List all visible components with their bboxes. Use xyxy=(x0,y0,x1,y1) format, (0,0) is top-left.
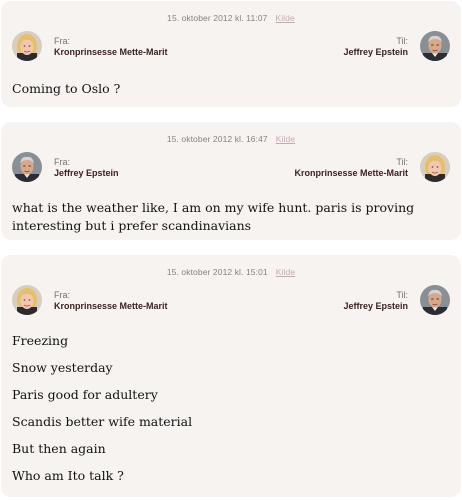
message-card: 15. oktober 2012 kl. 11:07 Kilde Fra: Kro… xyxy=(1,1,461,107)
message-card: 15. oktober 2012 kl. 15:01 Kilde Fra: Kro… xyxy=(1,255,461,497)
message-line: Freezing xyxy=(12,333,69,348)
message-date: 15. oktober 2012 kl. 16:47 xyxy=(166,134,268,144)
recipient-avatar xyxy=(420,31,450,61)
message-meta: 15. oktober 2012 kl. 11:07 Kilde xyxy=(1,13,461,23)
man-portrait-icon xyxy=(420,285,450,315)
sender-block: Fra: Kronprinsesse Mette-Marit xyxy=(54,36,168,58)
message-date: 15. oktober 2012 kl. 15:01 xyxy=(166,267,268,277)
message-line: Scandis better wife material xyxy=(12,414,193,429)
message-body: Freezing Snow yesterday Paris good for a… xyxy=(12,332,447,494)
message-body: what is the weather like, I am on my wif… xyxy=(12,200,415,233)
recipient-block: Til: Kronprinsesse Mette-Marit xyxy=(294,157,408,179)
recipient-name: Jeffrey Epstein xyxy=(343,301,408,311)
man-portrait-icon xyxy=(420,31,450,61)
to-label: Til: xyxy=(396,157,408,167)
message-card: 15. oktober 2012 kl. 16:47 Kilde Fra: Jef… xyxy=(1,122,461,240)
recipient-avatar xyxy=(420,152,450,182)
sender-avatar xyxy=(12,152,42,182)
message-meta: 15. oktober 2012 kl. 16:47 Kilde xyxy=(1,134,461,144)
from-label: Fra: xyxy=(54,36,71,46)
recipient-block: Til: Jeffrey Epstein xyxy=(343,36,408,58)
to-label: Til: xyxy=(396,36,408,46)
source-link[interactable]: Kilde xyxy=(275,13,294,23)
to-label: Til: xyxy=(396,290,408,300)
recipient-block: Til: Jeffrey Epstein xyxy=(343,290,408,312)
message-body: Coming to Oslo ? xyxy=(12,81,121,96)
source-link[interactable]: Kilde xyxy=(276,267,295,277)
message-line: Snow yesterday xyxy=(12,360,113,375)
source-link[interactable]: Kilde xyxy=(276,134,295,144)
sender-name: Kronprinsesse Mette-Marit xyxy=(54,301,168,311)
from-label: Fra: xyxy=(54,157,71,167)
recipient-avatar xyxy=(420,285,450,315)
sender-name: Kronprinsesse Mette-Marit xyxy=(54,47,168,57)
message-line: Paris good for adultery xyxy=(12,387,158,402)
sender-avatar xyxy=(12,31,42,61)
woman-portrait-icon xyxy=(12,31,42,61)
from-label: Fra: xyxy=(54,290,71,300)
sender-name: Jeffrey Epstein xyxy=(54,168,119,178)
message-meta: 15. oktober 2012 kl. 15:01 Kilde xyxy=(1,267,461,277)
message-line: Who am Ito talk ? xyxy=(12,468,124,483)
sender-avatar xyxy=(12,285,42,315)
message-date: 15. oktober 2012 kl. 11:07 xyxy=(167,13,268,23)
man-portrait-icon xyxy=(12,152,42,182)
woman-portrait-icon xyxy=(12,285,42,315)
recipient-name: Jeffrey Epstein xyxy=(343,47,408,57)
message-line: But then again xyxy=(12,441,106,456)
sender-block: Fra: Jeffrey Epstein xyxy=(54,157,119,179)
recipient-name: Kronprinsesse Mette-Marit xyxy=(294,168,408,178)
woman-portrait-icon xyxy=(420,152,450,182)
sender-block: Fra: Kronprinsesse Mette-Marit xyxy=(54,290,168,312)
